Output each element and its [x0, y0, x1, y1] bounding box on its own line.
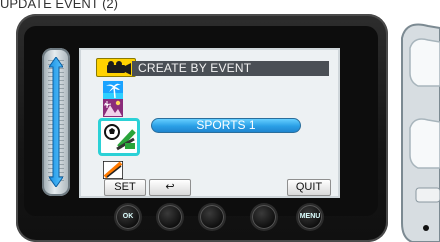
event-landscape-item[interactable]: [103, 99, 123, 117]
back-button[interactable]: ↩: [149, 179, 191, 196]
event-other-item[interactable]: [102, 160, 124, 180]
camcorder-side-panel: [401, 23, 440, 242]
other-icon: [102, 160, 124, 180]
back-arrow-icon: ↩: [165, 181, 175, 193]
menu-hardware-button[interactable]: MENU: [298, 205, 322, 229]
video-camera-icon: [107, 61, 131, 75]
ok-hardware-button[interactable]: OK: [116, 205, 140, 229]
quit-button[interactable]: QUIT: [287, 179, 331, 196]
hardware-button-3[interactable]: [200, 205, 224, 229]
ok-icon: OK: [122, 213, 134, 220]
selected-event-label: SPORTS 1: [196, 118, 256, 132]
caption: UPDATE EVENT (2): [0, 0, 440, 11]
event-sports-item-selected[interactable]: [98, 118, 140, 156]
hardware-button-2[interactable]: [158, 205, 182, 229]
hardware-button-4[interactable]: [252, 205, 276, 229]
event-vacation-item[interactable]: [103, 81, 123, 99]
up-down-arrow-icon: [49, 57, 63, 187]
vacation-palm-icon: [103, 81, 123, 99]
menu-icon: MENU: [299, 213, 321, 220]
set-button[interactable]: SET: [104, 179, 146, 196]
caption-text: UPDATE EVENT (2): [0, 0, 118, 11]
sports-icon: [103, 123, 136, 151]
mode-tab: [96, 58, 136, 77]
screen-title: CREATE BY EVENT: [138, 61, 252, 75]
landscape-icon: [103, 99, 123, 117]
